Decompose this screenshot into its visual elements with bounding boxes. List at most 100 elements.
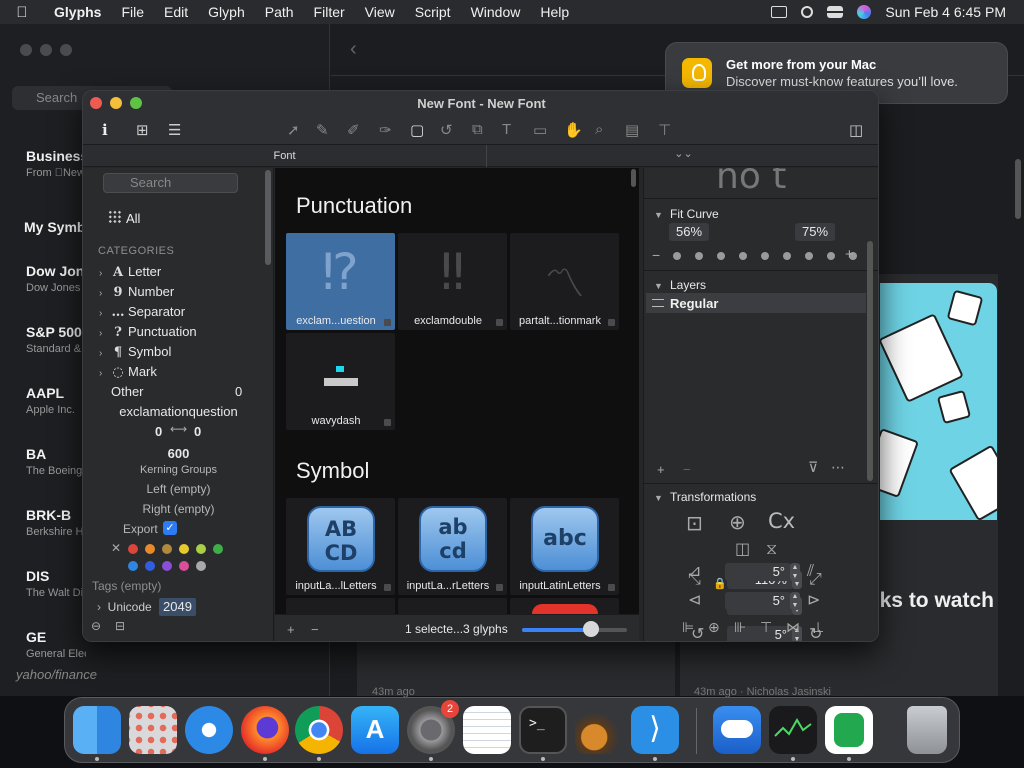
chevron-right-icon[interactable]: › [99,268,111,279]
grid-view-icon[interactable]: ⊞ [136,121,149,139]
transformations-header[interactable]: ▼ Transformations [654,490,756,504]
layer-row-regular[interactable]: Regular [646,293,866,313]
control-center-icon[interactable] [827,6,844,18]
menu-script[interactable]: Script [405,4,461,20]
glyph-cell-exclamquestion[interactable]: ⁉ exclam...uestion [286,233,395,330]
dock-evernote-icon[interactable] [825,706,873,754]
rotate-tool-icon[interactable]: ↺ [440,121,453,139]
dock-stocks-icon[interactable] [769,706,817,754]
ruler-tool-icon[interactable]: ⊤ [658,121,671,139]
category-letter[interactable]: › A Letter [99,264,161,280]
dock-vscode-icon[interactable]: ⟩ [631,706,679,754]
export-checkbox[interactable]: ✓ [163,521,177,535]
fit-curve-step[interactable] [673,252,681,260]
stocks-item-dis[interactable]: DISThe Walt Disney [26,568,86,599]
glyph-cell-partial[interactable] [286,598,395,614]
spotlight-search-icon[interactable] [801,6,814,18]
fit-curve-step[interactable] [717,252,725,260]
dock-launchpad-icon[interactable] [129,706,177,754]
select-tool-icon[interactable]: ➚ [287,121,300,139]
stocks-item-dow-jones[interactable]: Dow JonesDow Jones [26,263,86,294]
brush-tool-icon[interactable]: ✑ [379,121,392,139]
apple-menu-icon[interactable]:  [0,4,44,21]
fit-curve-step[interactable] [783,252,791,260]
align-top-icon[interactable]: ⊤ [760,620,772,636]
fit-curve-step[interactable] [739,252,747,260]
fit-curve-plus-button[interactable]: + [845,246,854,263]
fit-curve-step[interactable] [695,252,703,260]
glyph-cell-wavydash[interactable]: wavydash [286,333,395,430]
unicode-value-field[interactable]: 2049 [159,598,196,616]
menu-filter[interactable]: Filter [304,4,355,20]
stocks-item-ge[interactable]: GEGeneral Electric Compa [26,629,86,660]
left-sidebearing-field[interactable]: 0 [155,424,162,439]
color-label-swatch[interactable] [213,544,223,554]
zoom-tool-icon[interactable]: ⌕ [595,121,603,138]
color-label-swatch[interactable] [128,544,138,554]
measure-tool-icon[interactable]: ▤ [625,121,639,139]
rectangle-tool-icon[interactable]: ▢ [410,121,424,139]
layer-options-icon[interactable]: ⋯ [831,460,845,476]
chevron-right-icon[interactable]: › [99,288,111,299]
align-left-icon[interactable]: ⊫ [682,620,694,636]
right-kerning-group[interactable]: Right (empty) [83,502,274,516]
color-label-swatch[interactable] [145,561,155,571]
color-label-swatch[interactable] [196,561,206,571]
fit-curve-step[interactable] [761,252,769,260]
menu-file[interactable]: File [111,4,154,20]
fit-curve-step[interactable] [805,252,813,260]
slant-right-icon[interactable]: ⫽ [807,561,814,581]
chevron-right-icon[interactable]: › [99,308,111,319]
color-label-swatch[interactable] [162,544,172,554]
slant-x-field[interactable]: 5° [725,563,791,581]
right-sidebearing-field[interactable]: 0 [194,424,201,439]
category-other[interactable]: Other [111,384,144,399]
unicode-row[interactable]: › Unicode [97,600,152,614]
chevron-right-icon[interactable]: › [99,368,111,379]
menu-app[interactable]: Glyphs [44,4,111,20]
fit-curve-min-field[interactable]: 56% [669,223,709,241]
menu-glyph[interactable]: Glyph [198,4,255,20]
remove-glyph-button[interactable]: − [311,622,319,637]
tags-field[interactable]: Tags (empty) [92,579,161,593]
mirror-horizontal-icon[interactable]: ◫ [735,539,750,558]
category-punctuation[interactable]: ›? Punctuation [99,324,197,340]
slant-y-stepper[interactable]: ▲ ▼ [790,592,800,610]
fit-curve-step[interactable] [827,252,835,260]
more-options-icon[interactable]: ⊖ [91,619,105,633]
menu-window[interactable]: Window [461,4,531,20]
add-layer-button[interactable]: + [657,462,665,477]
stocks-item-ba[interactable]: BAThe Boeing Company [26,446,86,477]
stocks-scrollbar[interactable] [1015,159,1021,219]
stocks-item-business[interactable]: BusinessFrom News [26,148,86,179]
tab-font[interactable]: Font [83,145,487,167]
color-label-swatch[interactable] [145,544,155,554]
align-center-icon[interactable]: ⊕ [708,620,720,636]
color-label-swatch[interactable] [162,561,172,571]
dock-firefox-icon[interactable] [241,706,289,754]
mirror-vertical-icon[interactable]: ⧖ [766,539,777,559]
dock-finder-icon[interactable] [73,706,121,754]
dock-safari-icon[interactable] [185,706,233,754]
glyph-cell-exclamdouble[interactable]: ‼ exclamdouble [398,233,507,330]
dock-terminal-icon[interactable]: >_ [519,706,567,754]
menu-help[interactable]: Help [530,4,579,20]
slant-x-stepper[interactable]: ▲ ▼ [790,563,800,581]
category-symbol[interactable]: › ¶ Symbol [99,344,171,360]
category-mark[interactable]: › ◌ Mark [99,364,157,380]
annotation-tool-icon[interactable]: ▭ [533,121,547,139]
stocks-item-brkb[interactable]: BRK-BBerkshire Hathaway [26,507,86,538]
pencil-tool-icon[interactable]: ✐ [347,121,360,139]
color-label-swatch[interactable] [179,544,189,554]
slant-y-field[interactable]: 5° [725,592,791,610]
chevron-down-icon[interactable]: ▼ [654,281,670,291]
skew-right-icon[interactable]: ⊳ [807,590,820,609]
dock-chrome-icon[interactable] [295,706,343,754]
siri-icon[interactable] [857,5,872,19]
category-separator[interactable]: ›… Separator [99,304,185,320]
transform-origin-icon[interactable]: ⊡ [686,511,703,535]
grid-scrollbar[interactable] [631,169,636,187]
menu-path[interactable]: Path [255,4,304,20]
tab-collapse-toggle[interactable]: ⌄⌄ [487,145,878,163]
inspector-scrollbar[interactable] [867,241,873,481]
